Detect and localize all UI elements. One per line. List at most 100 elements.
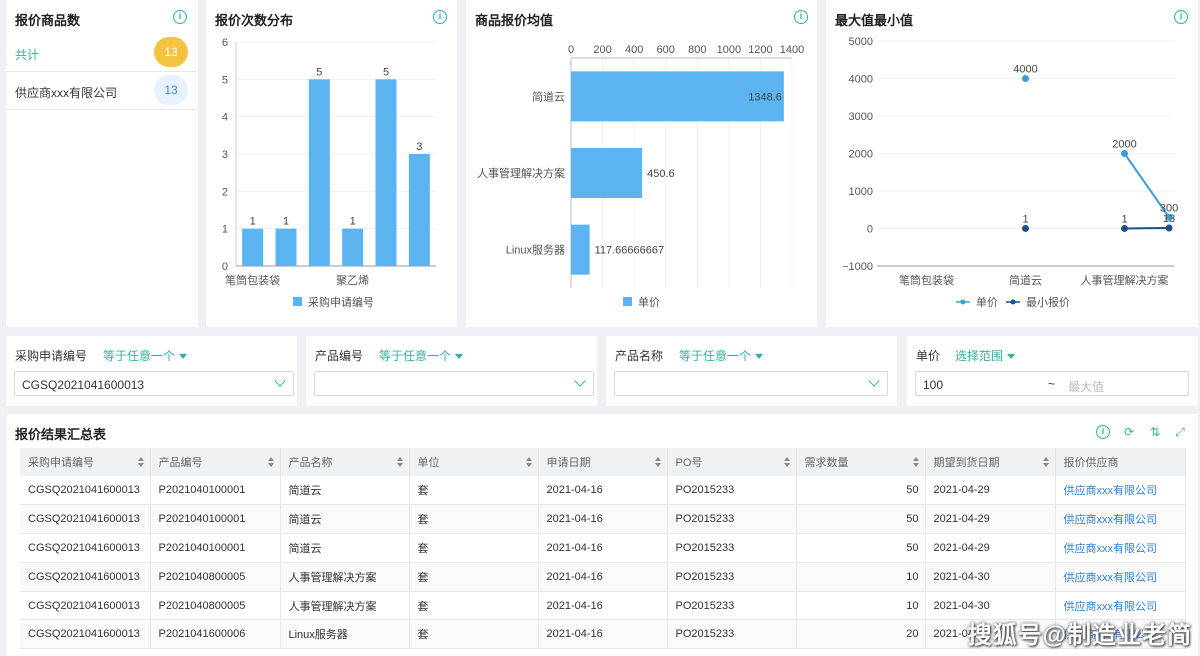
column-header[interactable]: 需求数量 [796, 448, 926, 476]
maxmin-chart-card: 最大值最小值 i −1000 0 1000 2000 3000 4000 5000 笔筒包装袋… [826, 0, 1198, 327]
legend-swatch [293, 297, 302, 306]
table-cell: PO2015233 [667, 476, 797, 506]
chevron-down-icon [574, 375, 586, 387]
filter-op-dropdown[interactable]: 等于任意一个 [679, 347, 764, 364]
y-tick-label: Linux服务器 [506, 244, 565, 257]
table-cell[interactable]: 供应商xxx有限公司 [1055, 533, 1186, 563]
table-cell: 10 [796, 562, 926, 592]
table-cell: 人事管理解决方案 [280, 562, 410, 592]
table-cell: 2021-04-16 [538, 562, 668, 592]
column-header[interactable]: PO号 [667, 448, 797, 476]
count-row-total[interactable]: 共计 13 [6, 34, 196, 72]
range-min-value[interactable]: 100 [923, 378, 943, 392]
table-row[interactable]: CGSQ2021041600013 P2021040800005 人事管理解决方案套… [20, 562, 1186, 592]
range-max-input[interactable]: 最大值 [1068, 378, 1104, 395]
sort-arrows-icon[interactable] [396, 457, 403, 467]
sort-icon[interactable]: ⇅ [1148, 425, 1162, 439]
column-header-label: PO号 [675, 457, 703, 469]
table-cell: PO2015233 [667, 504, 797, 535]
filter-op-dropdown[interactable]: 等于任意一个 [103, 347, 188, 364]
filter-select[interactable] [314, 371, 594, 396]
bar-value-label: 1 [283, 216, 289, 228]
y-tick-label: 5000 [849, 36, 873, 48]
filter-select[interactable] [614, 371, 888, 396]
bar [408, 154, 430, 266]
sort-arrows-icon[interactable] [654, 457, 661, 467]
sort-arrows-icon[interactable] [783, 457, 790, 467]
info-icon[interactable]: i [173, 10, 187, 24]
legend-label: 单价 [976, 296, 998, 309]
column-header-label: 申请日期 [546, 457, 591, 469]
bar [571, 224, 590, 275]
y-tick-label: 4000 [849, 74, 873, 86]
table-cell: PO2015233 [667, 619, 797, 650]
column-header[interactable]: 期望到货日期 [925, 448, 1056, 476]
x-tick-label: 600 [657, 44, 675, 56]
refresh-icon[interactable]: ⟳ [1122, 425, 1136, 439]
info-icon[interactable]: i [1096, 425, 1110, 439]
table-row[interactable]: CGSQ2021041600013 P2021040100001 简道云套 2021-… [20, 533, 1186, 563]
filter-op-dropdown[interactable]: 选择范围 [955, 347, 1016, 364]
avg-chart: 0 200 400 600 800 1000 1200 1400 1348.6 简道云 450.6 人… [477, 44, 804, 309]
table-cell: 2021-04-29 [925, 504, 1056, 535]
column-header-label: 报价供应商 [1063, 457, 1119, 469]
legend-label: 单价 [638, 296, 660, 309]
count-card-title: 报价商品数 [15, 13, 81, 28]
table-header-row: 采购申请编号 产品编号 产品名称 单位 申请日期 PO号 需求数量 期望到货日期… [20, 448, 1186, 476]
filter-op-label: 等于任意一个 [379, 349, 452, 363]
y-tick-label: 5 [222, 74, 228, 86]
count-row-supplier[interactable]: 供应商xxx有限公司 13 [6, 72, 196, 110]
y-tick-label: 简道云 [532, 89, 565, 103]
table-cell: 50 [796, 476, 926, 506]
sort-arrows-icon[interactable] [1042, 457, 1049, 467]
column-header-label: 需求数量 [804, 457, 849, 469]
range-input: 100 ~ 最大值 [915, 371, 1189, 396]
y-tick-label: 1 [222, 224, 228, 236]
column-header[interactable]: 报价供应商 [1055, 448, 1186, 476]
y-tick-label: 人事管理解决方案 [477, 166, 565, 180]
bar-value-label: 1 [350, 216, 356, 228]
fullscreen-icon[interactable]: ⤢ [1173, 425, 1187, 439]
table-cell: Linux服务器 [280, 619, 410, 650]
sort-arrows-icon[interactable] [912, 457, 919, 467]
table-cell: P2021040800005 [150, 562, 281, 592]
column-header[interactable]: 申请日期 [538, 448, 668, 476]
table-cell: P2021040100001 [150, 504, 281, 535]
column-header[interactable]: 采购申请编号 [20, 448, 151, 476]
table-row[interactable]: CGSQ2021041600013 P2021040100001 简道云套 2021-… [20, 504, 1186, 535]
table-cell[interactable]: 供应商xxx有限公司 [1055, 504, 1186, 535]
sort-arrows-icon[interactable] [137, 457, 144, 467]
table-cell: 简道云 [280, 504, 410, 535]
column-header[interactable]: 单位 [409, 448, 539, 476]
data-label: 13 [1163, 213, 1175, 225]
table-row[interactable]: CGSQ2021041600013 P2021040100001 简道云套 2021-… [20, 476, 1186, 506]
sort-arrows-icon[interactable] [525, 457, 532, 467]
bar [342, 228, 364, 266]
bar-value-label: 5 [316, 66, 322, 78]
bar [242, 228, 264, 266]
count-label-supplier: 供应商xxx有限公司 [15, 86, 118, 100]
table-cell: CGSQ2021041600013 [20, 533, 151, 563]
filter-op-dropdown[interactable]: 等于任意一个 [379, 347, 464, 364]
table-cell: 套 [409, 476, 539, 506]
column-header[interactable]: 产品名称 [280, 448, 410, 476]
table-cell: PO2015233 [667, 533, 797, 563]
table-cell[interactable]: 供应商xxx有限公司 [1055, 562, 1186, 592]
filter-select[interactable]: CGSQ2021041600013 [14, 371, 294, 396]
table-cell[interactable]: 供应商xxx有限公司 [1055, 476, 1186, 506]
y-tick-label: 4 [222, 112, 228, 124]
y-tick-label: 2 [222, 186, 228, 198]
x-tick-label: 0 [568, 44, 574, 56]
column-header[interactable]: 产品编号 [150, 448, 281, 476]
bar-value-label: 117.66666667 [595, 245, 665, 257]
x-tick-label: 1400 [780, 44, 804, 56]
data-point [1121, 224, 1128, 232]
sort-arrows-icon[interactable] [267, 457, 274, 467]
x-tick-label: 800 [688, 44, 706, 56]
table-cell: 20 [796, 619, 926, 650]
filter-product-name: 产品名称 等于任意一个 [606, 336, 897, 406]
freq-chart: 0 1 2 3 4 5 6 1 笔筒包装袋 1 5 1 聚乙烯 5 3 采购申请编号 [222, 37, 436, 309]
filter-select-value: CGSQ2021041600013 [22, 378, 145, 392]
column-header-label: 单位 [417, 457, 440, 469]
data-label: 2000 [1112, 139, 1136, 151]
